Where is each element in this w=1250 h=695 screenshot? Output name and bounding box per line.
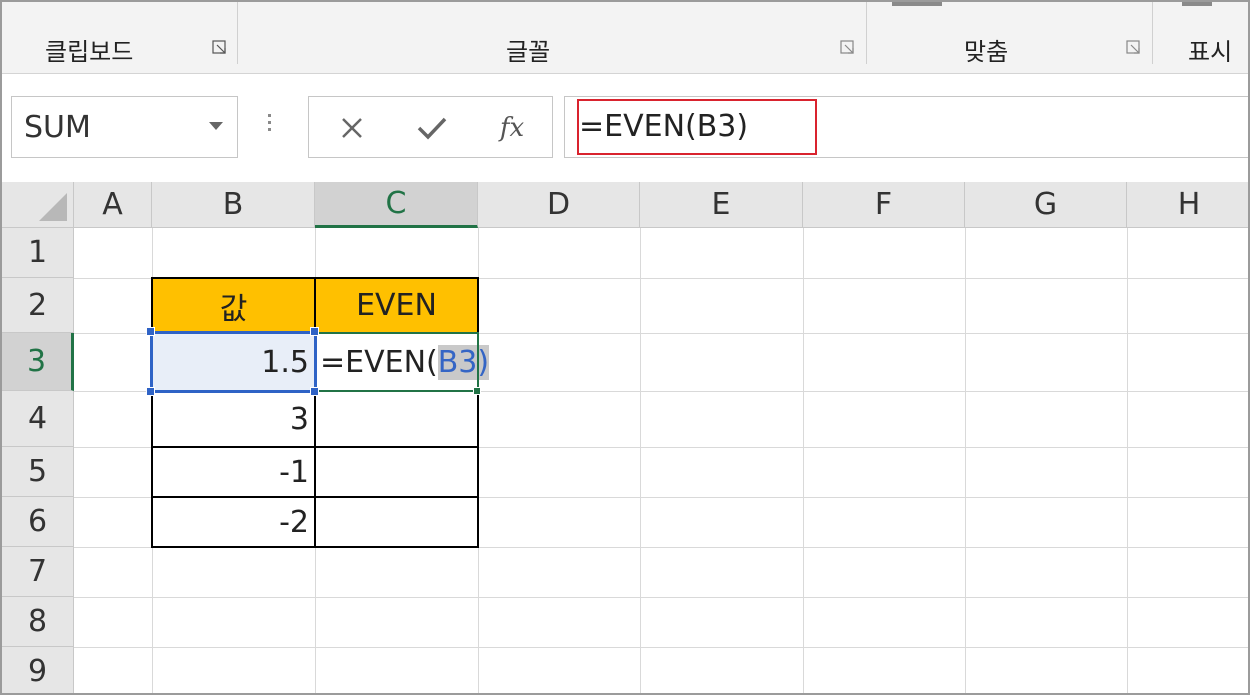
ribbon-separator	[1152, 2, 1153, 64]
column-header-e[interactable]: E	[640, 182, 803, 228]
ribbon-group-clipboard-label: 클립보드	[45, 38, 134, 66]
dialog-launcher-icon[interactable]	[212, 40, 228, 56]
column-header-b[interactable]: B	[152, 182, 315, 228]
drag-handle-icon[interactable]	[268, 110, 272, 140]
column-header-f[interactable]: F	[803, 182, 965, 228]
row-header-7[interactable]: 7	[2, 547, 74, 597]
table-border	[477, 277, 479, 548]
name-box[interactable]: SUM	[11, 96, 238, 158]
ribbon-group-font-label: 글꼴	[506, 38, 551, 66]
row-header-4[interactable]: 4	[2, 391, 74, 447]
gridline	[803, 228, 804, 693]
row-header-1[interactable]: 1	[2, 228, 74, 278]
ribbon-control-fragment	[1182, 2, 1212, 6]
cell-b2[interactable]: 값	[152, 278, 315, 333]
cell-b5[interactable]: -1	[152, 447, 315, 497]
fill-handle[interactable]	[473, 387, 481, 395]
name-box-value: SUM	[24, 110, 91, 145]
ribbon-separator	[237, 2, 238, 64]
gridline	[1127, 228, 1128, 693]
column-header-h[interactable]: H	[1127, 182, 1248, 228]
insert-function-button[interactable]: fx	[477, 97, 547, 159]
column-header-a[interactable]: A	[74, 182, 152, 228]
enter-button[interactable]	[397, 97, 467, 159]
cell-b4[interactable]: 3	[152, 391, 315, 447]
formula-text: =EVEN(B3)	[579, 109, 749, 144]
close-icon	[342, 118, 362, 138]
formula-bar: SUM fx =EVEN(B3)	[2, 74, 1248, 182]
row-header-3[interactable]: 3	[2, 333, 74, 391]
dialog-launcher-icon[interactable]	[1126, 40, 1142, 56]
ribbon: 클립보드 글꼴 맞춤 표시	[2, 2, 1248, 74]
gridline	[74, 597, 1248, 598]
check-icon	[417, 117, 447, 140]
table-border	[151, 277, 153, 548]
column-header-c[interactable]: C	[315, 182, 478, 228]
chevron-down-icon[interactable]	[209, 122, 223, 130]
column-header-d[interactable]: D	[478, 182, 640, 228]
range-resize-handle[interactable]	[310, 387, 319, 396]
ribbon-separator	[866, 2, 867, 64]
cell-c2[interactable]: EVEN	[315, 278, 478, 333]
column-header-g[interactable]: G	[965, 182, 1127, 228]
range-resize-handle[interactable]	[146, 327, 155, 336]
row-header-5[interactable]: 5	[2, 447, 74, 497]
ribbon-control-fragment	[892, 2, 942, 6]
cell-c3-formula-suffix: )	[477, 344, 490, 380]
dialog-launcher-icon[interactable]	[840, 40, 856, 56]
row-header-2[interactable]: 2	[2, 278, 74, 333]
cancel-button[interactable]	[317, 97, 387, 159]
gridline	[965, 228, 966, 693]
gridline	[74, 647, 1248, 648]
cell-b6[interactable]: -2	[152, 497, 315, 547]
row-header-9[interactable]: 9	[2, 647, 74, 693]
formula-input[interactable]: =EVEN(B3)	[564, 96, 1248, 158]
range-resize-handle[interactable]	[146, 387, 155, 396]
row-header-6[interactable]: 6	[2, 497, 74, 547]
ribbon-group-alignment-label: 맞춤	[964, 38, 1009, 66]
excel-window: 클립보드 글꼴 맞춤 표시 SUM fx =EVEN(B3) A B C D E…	[0, 0, 1250, 695]
row-header-8[interactable]: 8	[2, 597, 74, 647]
select-all-button[interactable]	[2, 182, 74, 228]
range-resize-handle[interactable]	[310, 327, 319, 336]
worksheet-grid[interactable]: A B C D E F G H 1 2 3 4 5 6 7 8 9 값 EVEN…	[2, 182, 1248, 693]
active-cell-border	[314, 332, 479, 392]
gridline	[640, 228, 641, 693]
formula-buttons: fx	[308, 96, 553, 158]
fx-icon: fx	[499, 113, 525, 143]
table-border	[314, 277, 316, 548]
reference-range-border	[150, 331, 317, 393]
ribbon-group-number-label: 표시	[1188, 38, 1233, 66]
